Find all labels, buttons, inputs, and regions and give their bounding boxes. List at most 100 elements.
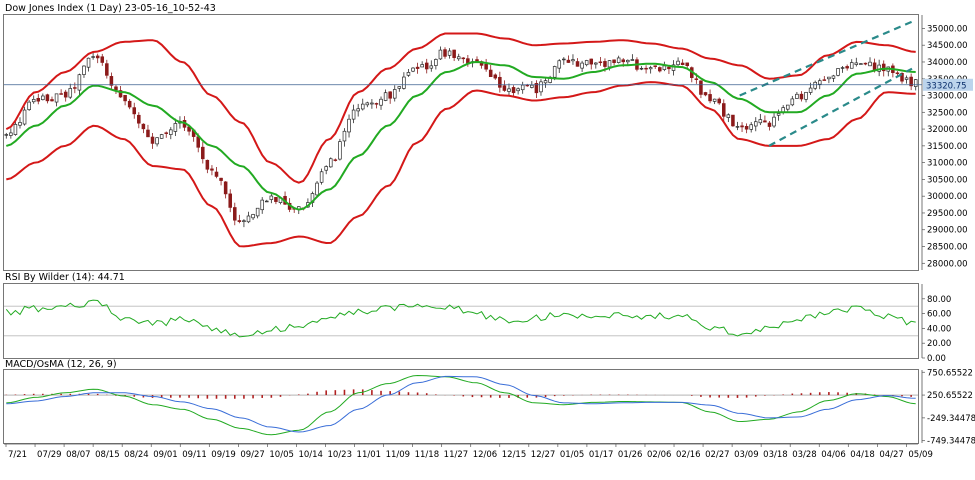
candle — [850, 63, 853, 69]
price-tick-label: 31000.00 — [927, 159, 968, 169]
candle — [622, 60, 625, 62]
candle — [453, 50, 456, 58]
candle — [832, 76, 835, 78]
macd-tick-label: 750.65522 — [927, 368, 973, 378]
candle — [115, 87, 118, 90]
candle — [517, 89, 520, 91]
candle — [837, 68, 840, 75]
candle — [51, 100, 54, 101]
candle — [343, 131, 346, 141]
rsi-tick-label: 60.00 — [927, 310, 951, 320]
candle — [174, 123, 177, 131]
candle — [805, 92, 808, 99]
candle — [777, 114, 780, 116]
candle — [444, 50, 447, 57]
rsi-tick-label: 0.00 — [927, 354, 946, 364]
candle — [704, 92, 707, 94]
macd-tick-label: 250.65522 — [927, 391, 973, 401]
candle — [709, 94, 712, 100]
candle — [572, 60, 575, 61]
candle — [494, 75, 497, 78]
candle — [750, 125, 753, 130]
candle — [338, 142, 341, 159]
candle — [503, 86, 506, 91]
x-tick-label: 02/06 — [647, 450, 672, 460]
x-tick-label: 05/09 — [908, 450, 933, 460]
candle — [430, 66, 433, 68]
candle — [640, 68, 643, 69]
rsi-tick-label: 80.00 — [927, 295, 951, 305]
candle — [540, 82, 543, 92]
candle — [814, 82, 817, 88]
candle — [105, 64, 108, 76]
candle — [859, 64, 862, 65]
candle — [60, 94, 63, 95]
x-tick-label: 09/19 — [211, 450, 236, 460]
x-tick-label: 11/18 — [415, 450, 440, 460]
candle — [23, 110, 26, 124]
x-tick-label: 11/01 — [357, 450, 382, 460]
candle — [55, 94, 58, 102]
candle — [530, 85, 533, 87]
x-tick-label: 01/05 — [560, 450, 585, 460]
candle — [786, 105, 789, 109]
candle — [658, 68, 661, 71]
candle — [562, 59, 565, 60]
candle — [768, 123, 771, 126]
price-tick-label: 30000.00 — [927, 192, 968, 202]
candle — [160, 135, 163, 139]
price-tick-label: 30500.00 — [927, 175, 968, 185]
x-tick-label: 02/16 — [676, 450, 701, 460]
candle — [425, 63, 428, 69]
candle — [41, 96, 44, 100]
candle — [485, 64, 488, 69]
candle — [92, 57, 95, 58]
candle — [5, 134, 8, 135]
x-tick-label: 11/09 — [386, 450, 411, 460]
candle — [434, 59, 437, 65]
candle — [316, 183, 319, 195]
candle — [818, 81, 821, 84]
candle — [384, 93, 387, 101]
candle — [795, 94, 798, 98]
x-tick-label: 04/06 — [821, 450, 846, 460]
x-tick-label: 02/27 — [705, 450, 730, 460]
candle — [718, 99, 721, 103]
candle — [700, 81, 703, 95]
x-tick-label: 10/23 — [327, 450, 352, 460]
candle — [124, 95, 127, 101]
candle — [407, 72, 410, 75]
x-tick-label: 03/09 — [734, 450, 759, 460]
x-tick-label: 10/14 — [298, 450, 323, 460]
candle — [736, 126, 739, 127]
candle — [604, 61, 607, 66]
price-tick-label: 28000.00 — [927, 259, 968, 269]
candle — [800, 94, 803, 99]
candle — [110, 76, 113, 85]
candle — [206, 160, 209, 169]
candle — [69, 88, 72, 97]
candle — [677, 61, 680, 65]
candle — [544, 81, 547, 83]
candle — [357, 109, 360, 111]
candle — [631, 59, 634, 60]
candle — [19, 122, 22, 125]
candle — [827, 77, 830, 79]
candle — [46, 95, 49, 101]
candle — [274, 197, 277, 201]
price-tick-label: 32000.00 — [927, 125, 968, 135]
candle — [370, 103, 373, 104]
candle — [28, 102, 31, 110]
candle — [348, 119, 351, 132]
candle — [846, 66, 849, 68]
candle — [352, 110, 355, 119]
price-tick-label: 29500.00 — [927, 209, 968, 219]
candle — [398, 87, 401, 89]
current-price-label: 33320.75 — [926, 81, 967, 91]
x-tick-label: 08/24 — [124, 450, 149, 460]
macd-panel-title: MACD/OsMA (12, 26, 9) — [5, 359, 117, 370]
chart-root: 35000.0034500.0034000.0033500.0033000.00… — [0, 0, 975, 476]
x-tick-label: 08/15 — [95, 450, 120, 460]
candle — [393, 89, 396, 98]
x-tick-label: 12/15 — [502, 450, 526, 460]
